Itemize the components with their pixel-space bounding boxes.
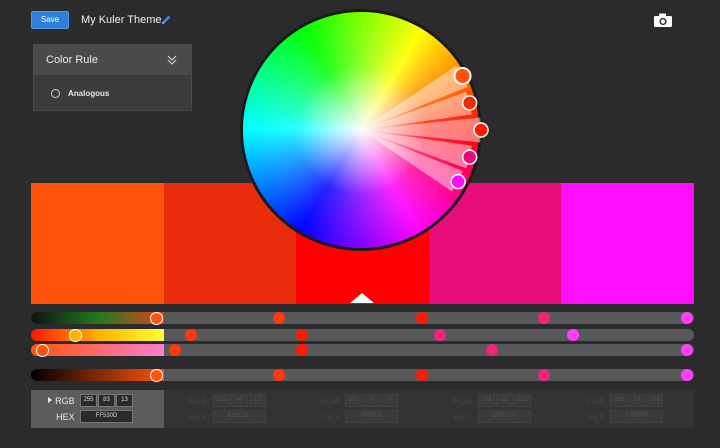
radio-icon[interactable] [51, 89, 60, 98]
slider-dot[interactable] [273, 369, 285, 381]
wheel-handle[interactable] [473, 122, 489, 138]
wheel-handle[interactable] [453, 67, 472, 86]
color-values-column: RGB HEX 255 83 13 FF530D [31, 390, 164, 428]
hex-input[interactable]: FF0000 [345, 410, 399, 423]
slider-dot[interactable] [185, 329, 197, 341]
red-input[interactable]: 255 [345, 394, 363, 407]
value-slider[interactable] [31, 368, 694, 382]
color-rule-panel: Color Rule Analogous [33, 44, 192, 111]
rule-option-label: Analogous [68, 89, 110, 98]
color-values-column: RGB HEX 232 12 122 E80C7A [428, 390, 562, 428]
hex-label: HEX [453, 412, 473, 422]
slider-fill [31, 369, 164, 381]
hex-input[interactable]: FF0DFF [610, 410, 664, 423]
color-swatch[interactable] [31, 183, 164, 304]
rgb-label: RGB [452, 396, 473, 406]
theme-name-title[interactable]: My Kuler Theme [81, 14, 162, 26]
camera-icon[interactable] [653, 12, 673, 28]
red-input[interactable]: 232 [477, 394, 495, 407]
color-values-column: RGB HEX 255 13 255 FF0DFF [561, 390, 694, 428]
color-rule-header[interactable]: Color Rule [34, 45, 191, 75]
green-input[interactable]: 83 [98, 394, 115, 407]
hex-label: HEX [586, 412, 605, 422]
hex-label: HEX [321, 412, 340, 422]
slider-fill [31, 312, 164, 324]
saturation-slider[interactable] [31, 343, 694, 357]
expand-triangle-icon[interactable] [48, 397, 52, 403]
slider-fill [31, 344, 164, 356]
slider-dot[interactable] [273, 312, 285, 324]
slider-handle[interactable] [36, 343, 49, 357]
brightness-slider[interactable] [31, 311, 694, 325]
red-input[interactable]: 255 [80, 394, 97, 407]
color-rule-title: Color Rule [46, 54, 98, 66]
red-input[interactable]: 255 [610, 394, 628, 407]
hex-input[interactable]: E82C0C [212, 410, 266, 423]
hex-input[interactable]: FF530D [80, 410, 133, 423]
rgb-label: RGB [585, 396, 605, 406]
hex-input[interactable]: E80C7A [477, 410, 531, 423]
slider-handle[interactable] [150, 311, 163, 325]
rgb-label: RGB [320, 396, 340, 406]
slider-dot[interactable] [486, 344, 498, 356]
slider-dot[interactable] [416, 312, 428, 324]
hue-slider[interactable] [31, 328, 694, 342]
blue-input[interactable]: 0 [381, 394, 399, 407]
green-input[interactable]: 44 [230, 394, 248, 407]
slider-dot[interactable] [681, 344, 693, 356]
slider-dot[interactable] [169, 344, 181, 356]
color-swatch[interactable] [561, 183, 694, 304]
slider-dot[interactable] [538, 369, 550, 381]
slider-dot[interactable] [434, 329, 446, 341]
slider-dot[interactable] [296, 329, 308, 341]
rgb-label: RGB [55, 396, 75, 406]
red-input[interactable]: 232 [212, 394, 230, 407]
slider-dot[interactable] [538, 312, 550, 324]
color-wheel[interactable] [237, 0, 497, 260]
double-chevron-down-icon[interactable] [167, 54, 177, 66]
wheel-handle[interactable] [461, 149, 478, 165]
rgb-label: RGB [187, 396, 208, 406]
selected-swatch-indicator [350, 293, 374, 303]
save-button[interactable]: Save [31, 11, 69, 29]
slider-dot[interactable] [296, 344, 308, 356]
slider-dot[interactable] [416, 369, 428, 381]
hex-label: HEX [188, 412, 208, 422]
wheel-handle[interactable] [461, 95, 478, 111]
pencil-icon[interactable] [160, 14, 172, 26]
color-values-column: RGB HEX 255 0 0 FF0000 [296, 390, 429, 428]
slider-handle[interactable] [69, 328, 82, 342]
blue-input[interactable]: 13 [116, 394, 133, 407]
slider-handle[interactable] [150, 368, 163, 382]
green-input[interactable]: 12 [495, 394, 513, 407]
slider-dot[interactable] [567, 329, 579, 341]
blue-input[interactable]: 255 [646, 394, 664, 407]
blue-input[interactable]: 122 [513, 394, 531, 407]
hex-label: HEX [56, 412, 75, 422]
green-input[interactable]: 0 [363, 394, 381, 407]
slider-dot[interactable] [681, 369, 693, 381]
blue-input[interactable]: 12 [248, 394, 266, 407]
color-values-column: RGB HEX 232 44 12 E82C0C [163, 390, 297, 428]
green-input[interactable]: 13 [628, 394, 646, 407]
slider-fill [31, 329, 164, 341]
wheel-handle[interactable] [450, 173, 466, 190]
slider-dot[interactable] [681, 312, 693, 324]
color-values-row: RGB HEX 255 83 13 FF530D RGB HEX 232 44 12 E82C0C RG… [31, 390, 694, 428]
